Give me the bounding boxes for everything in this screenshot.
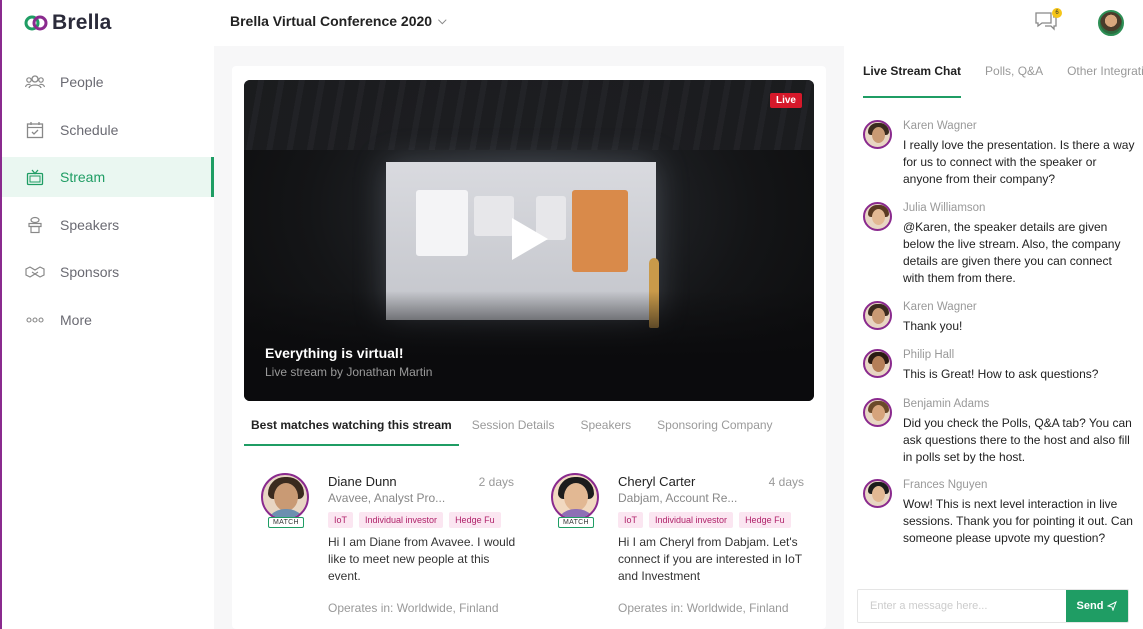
sidebar-item-label: Speakers [60, 216, 120, 233]
video-title: Everything is virtual! [265, 345, 404, 361]
brand-name: Brella [52, 11, 112, 34]
match-message: Hi I am Cheryl from Dabjam. Let's connec… [618, 535, 802, 583]
chat-tabs-container: Live Stream Chat Polls, Q&A Other Integr… [844, 46, 1143, 106]
sidebar-item-more[interactable]: More [2, 300, 214, 340]
avatar [863, 301, 892, 330]
event-selector[interactable]: Brella Virtual Conference 2020 ⌵ [230, 13, 446, 29]
podium-icon [24, 214, 46, 236]
brella-logo[interactable]: Brella [24, 10, 112, 36]
avatar [863, 349, 892, 378]
match-name: Diane Dunn [328, 474, 397, 489]
user-avatar[interactable] [1098, 10, 1124, 36]
live-badge: Live [769, 93, 802, 108]
video-subtitle: Live stream by Jonathan Martin [265, 365, 433, 379]
match-badge: MATCH [558, 517, 594, 528]
interest-tags: IoT Individual investor Hedge Fu [618, 512, 808, 528]
stream-panel: Live Everything is virtual! Live stream … [232, 66, 826, 629]
slide-card [474, 196, 514, 236]
sidebar-item-label: Schedule [60, 121, 119, 138]
interest-tag: IoT [328, 512, 354, 528]
sidebar-item-label: Stream [60, 169, 106, 185]
interest-tag: IoT [618, 512, 644, 528]
tab-other-integrations[interactable]: Other Integratio [1067, 64, 1143, 98]
sidebar-nav: People Schedule Stream Speakers Sponsors [2, 62, 214, 347]
stream-tabs: Best matches watching this stream Sessio… [244, 412, 786, 446]
interest-tag: Individual investor [359, 512, 444, 528]
chat-tabs: Live Stream Chat Polls, Q&A Other Integr… [863, 64, 1143, 98]
sidebar-item-schedule[interactable]: Schedule [2, 110, 214, 150]
match-role: Avavee, Analyst Pro... [328, 491, 446, 505]
tab-session-details[interactable]: Session Details [459, 412, 568, 446]
chat-author: Karen Wagner [903, 120, 977, 132]
chat-composer: Send [857, 589, 1129, 623]
chat-panel: Live Stream Chat Polls, Q&A Other Integr… [844, 46, 1143, 629]
interest-tag: Hedge Fu [449, 512, 501, 528]
avatar [863, 479, 892, 508]
chat-text: I really love the presentation. Is there… [903, 138, 1135, 186]
match-role: Dabjam, Account Re... [618, 491, 738, 505]
chat-author: Julia Williamson [903, 202, 986, 214]
match-card[interactable]: MATCH Cheryl Carter 4 days Dabjam, Accou… [534, 473, 814, 623]
match-time: 4 days [768, 475, 804, 489]
tab-polls-qa[interactable]: Polls, Q&A [985, 64, 1043, 98]
interest-tag: Hedge Fu [739, 512, 791, 528]
match-name: Cheryl Carter [618, 474, 696, 489]
interest-tag: Individual investor [649, 512, 734, 528]
chat-author: Karen Wagner [903, 301, 977, 313]
sidebar-item-label: Sponsors [60, 264, 120, 280]
send-button[interactable]: Send [1066, 590, 1128, 622]
sidebar-item-label: People [60, 74, 104, 90]
match-card[interactable]: MATCH Diane Dunn 2 days Avavee, Analyst … [244, 473, 524, 623]
match-badge: MATCH [268, 517, 304, 528]
calendar-icon [24, 119, 46, 141]
chat-text: Wow! This is next level interaction in l… [903, 497, 1133, 545]
match-message: Hi I am Diane from Avavee. I would like … [328, 535, 516, 583]
send-icon [1107, 601, 1118, 611]
tab-speakers[interactable]: Speakers [567, 412, 644, 446]
chat-message-input[interactable] [858, 590, 1066, 622]
chat-text: Did you check the Polls, Q&A tab? You ca… [903, 416, 1132, 464]
chat-text: Thank you! [903, 319, 963, 333]
avatar [863, 120, 892, 149]
slide-card [416, 190, 468, 256]
brella-logo-icon [24, 15, 48, 31]
more-icon [24, 309, 46, 331]
avatar [863, 398, 892, 427]
sidebar-item-people[interactable]: People [2, 62, 214, 102]
tv-icon [24, 166, 46, 188]
chevron-down-icon: ⌵ [438, 14, 447, 27]
chat-author: Frances Nguyen [903, 479, 988, 491]
play-icon[interactable] [512, 218, 548, 260]
avatar [863, 202, 892, 231]
event-title: Brella Virtual Conference 2020 [230, 13, 433, 29]
top-header: Brella Virtual Conference 2020 ⌵ 6 [214, 0, 1143, 46]
handshake-icon [24, 261, 46, 283]
match-operates: Operates in: Worldwide, Finland [618, 601, 789, 615]
tab-sponsoring-company[interactable]: Sponsoring Company [644, 412, 785, 446]
chat-author: Benjamin Adams [903, 398, 990, 410]
avatar [551, 473, 599, 521]
video-player[interactable]: Live Everything is virtual! Live stream … [244, 80, 814, 401]
messages-button[interactable]: 6 [1034, 8, 1062, 36]
slide-card [572, 190, 628, 272]
sidebar: Brella People Schedule Stream Speakers S… [2, 0, 214, 629]
sidebar-item-label: More [60, 311, 92, 328]
sidebar-item-speakers[interactable]: Speakers [2, 205, 214, 245]
avatar [261, 473, 309, 521]
interest-tags: IoT Individual investor Hedge Fu [328, 512, 518, 528]
match-time: 2 days [478, 475, 514, 489]
sidebar-item-sponsors[interactable]: Sponsors [2, 252, 214, 292]
sidebar-item-stream[interactable]: Stream [2, 157, 214, 197]
tab-live-stream-chat[interactable]: Live Stream Chat [863, 64, 962, 98]
video-backdrop [244, 80, 814, 150]
people-icon [24, 71, 46, 93]
chat-author: Philip Hall [903, 349, 955, 361]
match-operates: Operates in: Worldwide, Finland [328, 601, 499, 615]
chat-text: @Karen, the speaker details are given be… [903, 220, 1121, 285]
notification-badge: 6 [1052, 8, 1062, 18]
send-label: Send [1076, 600, 1104, 612]
chat-text: This is Great! How to ask questions? [903, 367, 1099, 381]
tab-best-matches[interactable]: Best matches watching this stream [244, 412, 459, 446]
